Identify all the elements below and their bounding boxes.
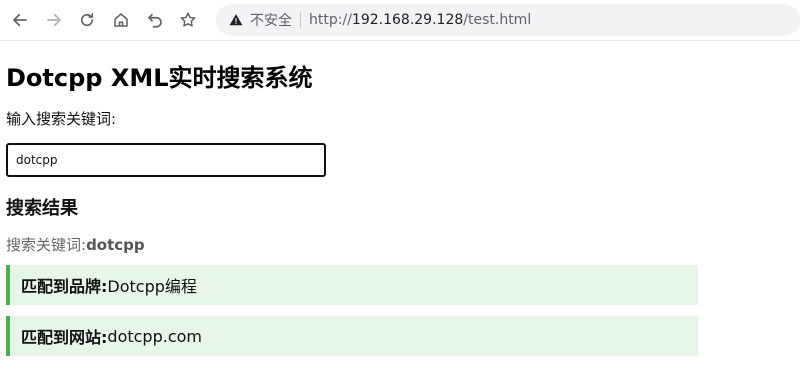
result-label: 匹配到网站: xyxy=(21,328,108,347)
star-icon xyxy=(180,12,196,27)
bookmark-button[interactable] xyxy=(172,4,204,36)
forward-icon xyxy=(46,13,61,27)
url-path: /test.html xyxy=(463,12,532,28)
result-item-website: 匹配到网站: dotcpp.com xyxy=(6,316,698,356)
undo-button[interactable] xyxy=(139,4,171,36)
search-input[interactable] xyxy=(6,143,326,177)
url-host: 192.168.29.128 xyxy=(351,12,464,28)
address-divider xyxy=(300,12,302,28)
url-scheme: http:// xyxy=(309,12,352,28)
page-title: Dotcpp XML实时搜索系统 xyxy=(6,64,313,92)
warning-icon[interactable] xyxy=(228,12,244,28)
results-heading: 搜索结果 xyxy=(6,198,78,219)
security-status[interactable]: 不安全 xyxy=(250,10,292,30)
address-bar[interactable]: 不安全 http://192.168.29.128/test.html xyxy=(216,4,800,36)
result-value: dotcpp.com xyxy=(107,326,202,346)
undo-icon xyxy=(147,13,162,28)
back-button[interactable] xyxy=(4,4,36,36)
url-text[interactable]: http://192.168.29.128/test.html xyxy=(309,12,531,28)
home-button[interactable] xyxy=(105,4,137,36)
reload-icon xyxy=(81,13,94,27)
result-value: Dotcpp编程 xyxy=(107,277,197,296)
search-input-label: 输入搜索关键词: xyxy=(6,110,117,128)
keyword-value: dotcpp xyxy=(86,236,145,254)
result-label: 匹配到品牌: xyxy=(21,277,108,296)
back-icon xyxy=(13,13,27,27)
home-icon xyxy=(114,13,128,27)
browser-toolbar: 不安全 http://192.168.29.128/test.html xyxy=(0,0,800,41)
reload-button[interactable] xyxy=(71,4,103,36)
forward-button[interactable] xyxy=(38,4,70,36)
keyword-label: 搜索关键词: xyxy=(6,236,87,254)
result-item-brand: 匹配到品牌: Dotcpp编程 xyxy=(6,265,698,305)
page-content: Dotcpp XML实时搜索系统 输入搜索关键词: 搜索结果 搜索关键词:dot… xyxy=(0,41,800,356)
search-keyword-line: 搜索关键词:dotcpp xyxy=(6,235,794,255)
